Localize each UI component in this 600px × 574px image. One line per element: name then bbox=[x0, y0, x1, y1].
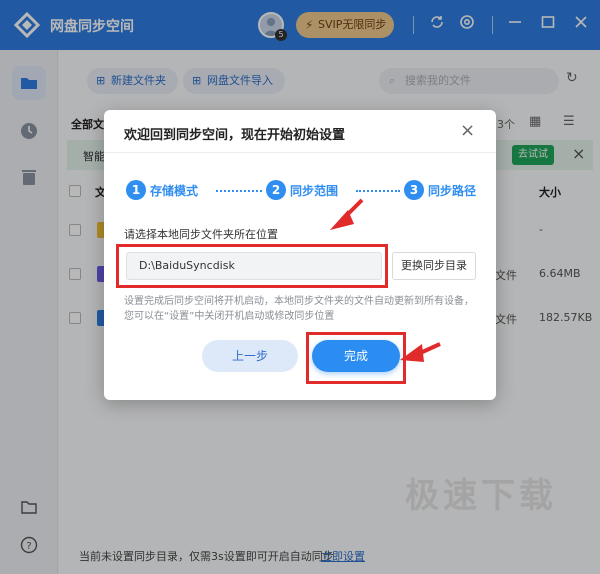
step-1-number: 1 bbox=[126, 180, 146, 200]
previous-step-button[interactable]: 上一步 bbox=[202, 340, 298, 372]
step-connector bbox=[216, 190, 262, 192]
info-text: 设置完成后同步空间将开机启动，本地同步文件夹的文件自动更新到所有设备，您可以在“… bbox=[124, 296, 474, 322]
annotation-arrow-icon bbox=[400, 342, 441, 362]
close-icon[interactable]: × bbox=[460, 120, 475, 141]
step-2-number: 2 bbox=[266, 180, 286, 200]
annotation-highlight-box bbox=[116, 244, 388, 288]
annotation-arrow-icon bbox=[330, 198, 364, 230]
dialog-divider bbox=[104, 152, 496, 153]
location-prompt: 请选择本地同步文件夹所在位置 bbox=[124, 228, 278, 241]
step-3-label: 同步路径 bbox=[428, 184, 477, 198]
annotation-highlight-box bbox=[306, 332, 406, 384]
step-1-label: 存储模式 bbox=[150, 184, 199, 198]
change-directory-button[interactable]: 更换同步目录 bbox=[392, 252, 476, 280]
step-3-number: 3 bbox=[404, 180, 424, 200]
step-connector bbox=[356, 190, 400, 192]
dialog-title: 欢迎回到同步空间，现在开始初始设置 bbox=[124, 128, 346, 143]
